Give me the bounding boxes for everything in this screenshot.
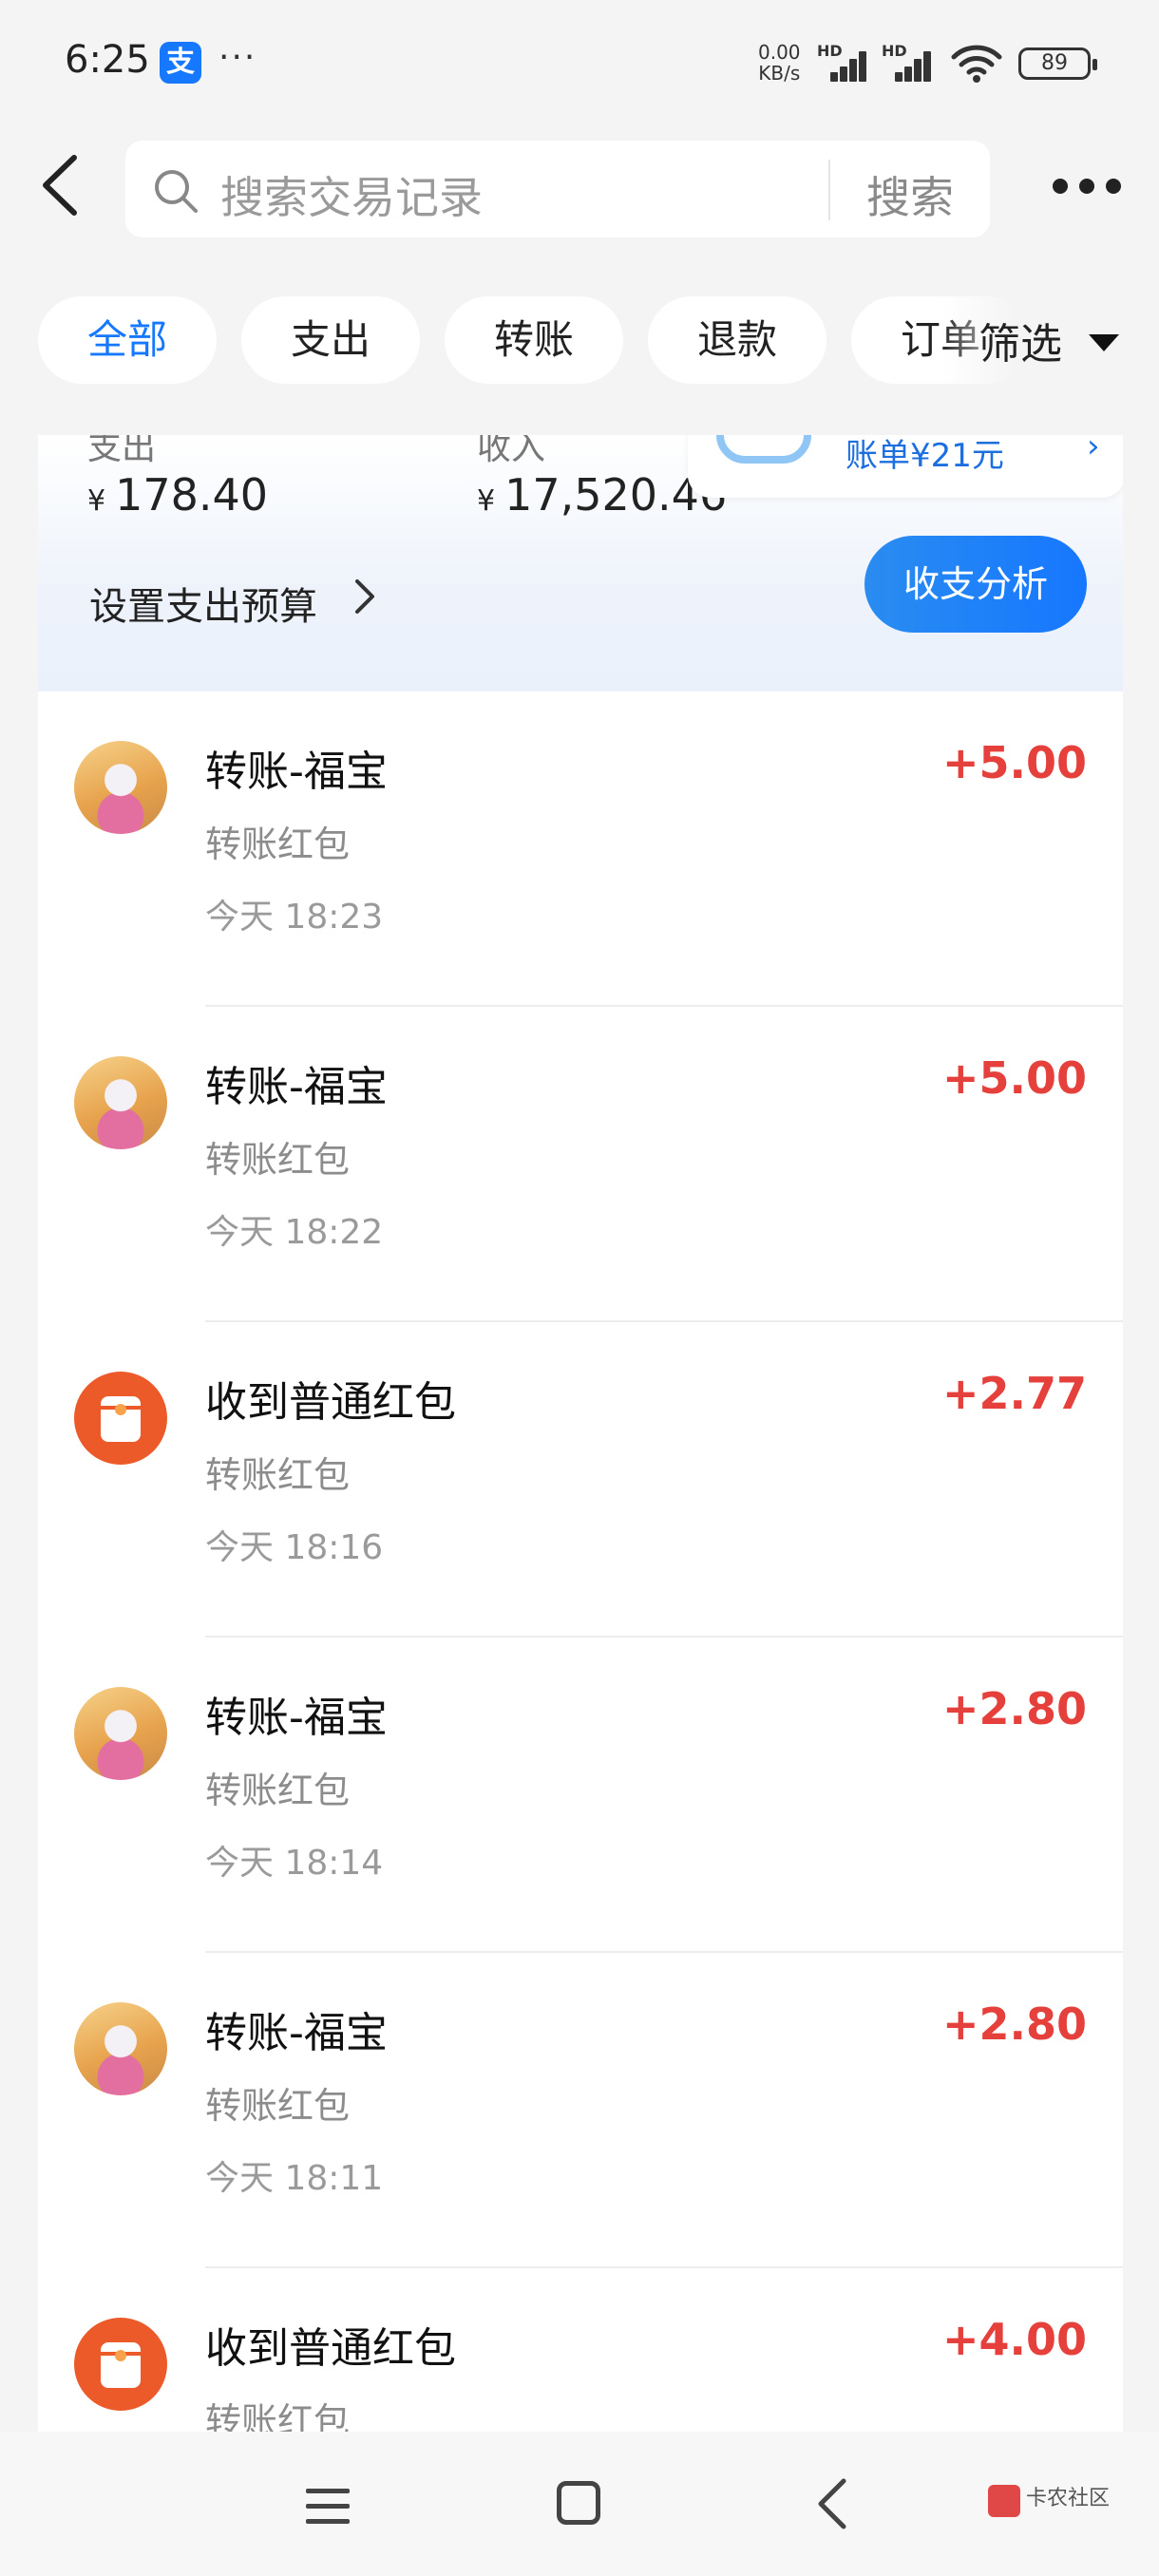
transaction-amount: +2.77 (941, 1368, 1087, 1419)
expense-label: 支出 (87, 435, 157, 467)
transaction-time: 今天 18:16 (205, 1528, 384, 1567)
income-label: 收入 (477, 435, 546, 467)
transaction-list: 转账-福宝 转账红包 今天 18:23 +5.00 转账-福宝 转账红包 今天 … (38, 691, 1123, 2432)
network-speed: 0.00 KB/s (758, 42, 801, 84)
watermark-logo: 卡农社区 (988, 2481, 1112, 2529)
transaction-row[interactable]: 转账-福宝 转账红包 今天 18:22 +5.00 (38, 1007, 1123, 1322)
search-input[interactable]: 搜索交易记录 (220, 163, 483, 226)
search-divider (828, 160, 830, 220)
transaction-amount: +5.00 (941, 1052, 1087, 1104)
nav-back-icon[interactable] (815, 2477, 849, 2530)
transaction-time: 今天 18:23 (205, 898, 384, 937)
transaction-subtitle: 转账红包 (205, 824, 351, 865)
transaction-row[interactable]: 转账-福宝 转账红包 今天 18:23 +5.00 (38, 691, 1123, 1007)
tab-refund[interactable]: 退款 (648, 296, 826, 384)
transaction-title: 收到普通红包 (205, 1378, 456, 1427)
transaction-row[interactable]: 收到普通红包 转账红包 今天 18:16 +2.77 (38, 1322, 1123, 1638)
income-expense-analysis-button[interactable]: 收支分析 (864, 536, 1087, 633)
tab-expense[interactable]: 支出 (241, 296, 420, 384)
transaction-time: 今天 18:22 (205, 1213, 384, 1252)
transaction-amount: +5.00 (941, 737, 1087, 788)
menu-icon[interactable] (306, 2487, 350, 2525)
transaction-amount: +2.80 (941, 1998, 1087, 2050)
cat-avatar (74, 1687, 167, 1780)
transaction-row[interactable]: 转账-福宝 转账红包 今天 18:14 +2.80 (38, 1638, 1123, 1953)
transaction-amount: +2.80 (941, 1683, 1087, 1734)
bill-text: 账单¥21元 (846, 437, 1004, 475)
transaction-time: 今天 18:11 (205, 2159, 384, 2198)
transaction-row[interactable]: 转账-福宝 转账红包 今天 18:11 +2.80 (38, 1953, 1123, 2268)
summary-card: 支出 ¥178.40 收入 ¥17,520.46 账单¥21元 › 设置支出预算… (38, 435, 1123, 691)
budget-link[interactable]: 设置支出预算 (89, 576, 317, 631)
transaction-subtitle: 转账红包 (205, 1454, 351, 1496)
transaction-title: 转账-福宝 (205, 1063, 388, 1111)
signal-icon-2: HD (882, 42, 935, 82)
search-icon (155, 170, 198, 213)
cat-avatar (74, 1056, 167, 1149)
expense-amount: ¥178.40 (87, 469, 268, 521)
transaction-subtitle: 转账红包 (205, 2400, 351, 2432)
network-speed-value: 0.00 (758, 41, 801, 64)
cat-avatar (74, 2002, 167, 2095)
transaction-subtitle: 转账红包 (205, 1139, 351, 1181)
more-notifications-icon: ··· (218, 38, 257, 77)
watermark-mark-icon (988, 2485, 1020, 2517)
hd-label-2: HD (882, 42, 907, 60)
income-currency: ¥ (477, 484, 496, 518)
transaction-amount: +4.00 (941, 2314, 1087, 2365)
alipay-app-icon: 支 (160, 42, 201, 84)
cat-avatar (74, 741, 167, 834)
network-speed-unit: KB/s (758, 62, 801, 85)
transaction-title: 转账-福宝 (205, 748, 388, 796)
battery-indicator: 89 (1018, 47, 1097, 80)
filter-tabs: 全部 支出 转账 退款 订单 筛选 (0, 296, 1159, 384)
more-options-icon[interactable] (1053, 171, 1123, 199)
search-bar[interactable]: 搜索交易记录 搜索 (125, 141, 990, 237)
tab-all[interactable]: 全部 (38, 296, 217, 384)
system-nav-bar: 卡农社区 (0, 2432, 1159, 2576)
signal-icon: HD (817, 42, 870, 82)
red-envelope-icon (74, 2318, 167, 2411)
transaction-title: 转账-福宝 (205, 1694, 388, 1742)
filter-caret-icon[interactable] (1089, 334, 1119, 351)
transaction-subtitle: 转账红包 (205, 2085, 351, 2127)
piggy-bank-icon (716, 435, 811, 464)
wifi-icon (951, 45, 1002, 83)
hd-label: HD (817, 42, 843, 60)
bill-banner[interactable]: 账单¥21元 › (688, 435, 1123, 498)
home-icon[interactable] (557, 2481, 600, 2525)
chevron-right-icon[interactable] (350, 576, 378, 617)
status-time: 6:25 (65, 38, 150, 82)
transaction-time: 今天 18:14 (205, 1844, 384, 1883)
transaction-subtitle: 转账红包 (205, 1770, 351, 1811)
back-arrow-icon[interactable] (34, 152, 91, 218)
transaction-row[interactable]: 收到普通红包 转账红包 +4.00 (38, 2268, 1123, 2432)
search-button[interactable]: 搜索 (866, 163, 954, 226)
expense-value: 178.40 (115, 469, 269, 521)
status-bar: 6:25 支 ··· 0.00 KB/s HD HD 89 (0, 0, 1159, 123)
expense-currency: ¥ (87, 484, 106, 518)
filter-button[interactable]: 筛选 (978, 310, 1062, 370)
tab-transfer[interactable]: 转账 (445, 296, 623, 384)
chevron-right-icon: › (1087, 435, 1100, 465)
red-envelope-icon (74, 1372, 167, 1465)
transaction-title: 转账-福宝 (205, 2009, 388, 2057)
watermark-text: 卡农社区 (1026, 2487, 1111, 2510)
transaction-title: 收到普通红包 (205, 2324, 456, 2373)
